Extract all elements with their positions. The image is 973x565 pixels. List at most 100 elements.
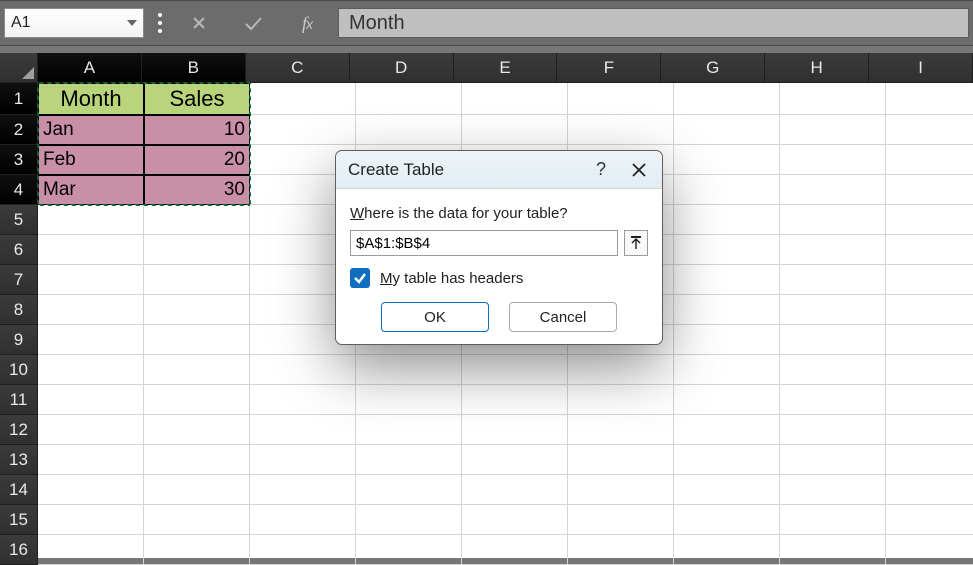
cell[interactable] — [780, 205, 886, 235]
cell[interactable] — [780, 235, 886, 265]
cell[interactable]: Mar — [38, 175, 144, 205]
cell[interactable] — [462, 445, 568, 475]
col-header-h[interactable]: H — [765, 53, 869, 83]
cell[interactable] — [674, 445, 780, 475]
cell[interactable] — [144, 445, 250, 475]
cell[interactable] — [356, 505, 462, 535]
cell[interactable] — [674, 415, 780, 445]
cancel-button[interactable]: Cancel — [509, 302, 617, 332]
cell[interactable] — [674, 535, 780, 565]
cell[interactable] — [886, 415, 973, 445]
cell[interactable] — [356, 445, 462, 475]
cell[interactable] — [250, 415, 356, 445]
cell[interactable] — [568, 505, 674, 535]
cell[interactable] — [674, 115, 780, 145]
cell[interactable] — [780, 115, 886, 145]
cell[interactable] — [38, 385, 144, 415]
cell[interactable]: 20 — [144, 145, 250, 175]
col-header-d[interactable]: D — [350, 53, 454, 83]
cell[interactable] — [568, 535, 674, 565]
cell[interactable] — [38, 265, 144, 295]
cell[interactable] — [674, 265, 780, 295]
cell[interactable] — [780, 505, 886, 535]
row-header-6[interactable]: 6 — [0, 235, 38, 265]
cell[interactable] — [886, 265, 973, 295]
row-header-12[interactable]: 12 — [0, 415, 38, 445]
cell[interactable] — [780, 385, 886, 415]
cell[interactable] — [886, 475, 973, 505]
cell[interactable] — [250, 505, 356, 535]
chevron-down-icon[interactable] — [127, 20, 137, 26]
row-header-16[interactable]: 16 — [0, 535, 38, 565]
cell[interactable] — [462, 385, 568, 415]
cell[interactable] — [462, 475, 568, 505]
cell[interactable] — [886, 295, 973, 325]
cell[interactable] — [250, 475, 356, 505]
cell[interactable] — [356, 535, 462, 565]
cell[interactable] — [568, 475, 674, 505]
cell[interactable] — [38, 355, 144, 385]
row-header-14[interactable]: 14 — [0, 475, 38, 505]
row-header-2[interactable]: 2 — [0, 115, 38, 145]
cell[interactable] — [886, 175, 973, 205]
col-header-c[interactable]: C — [246, 53, 350, 83]
cell[interactable] — [568, 355, 674, 385]
cell[interactable] — [780, 445, 886, 475]
row-header-3[interactable]: 3 — [0, 145, 38, 175]
cell[interactable] — [144, 355, 250, 385]
cell[interactable] — [356, 83, 462, 115]
cell[interactable] — [780, 265, 886, 295]
ok-button[interactable]: OK — [381, 302, 489, 332]
col-header-f[interactable]: F — [557, 53, 661, 83]
row-header-15[interactable]: 15 — [0, 505, 38, 535]
cell[interactable] — [38, 475, 144, 505]
cell[interactable]: Feb — [38, 145, 144, 175]
cell[interactable] — [250, 83, 356, 115]
row-header-11[interactable]: 11 — [0, 385, 38, 415]
cell[interactable] — [38, 325, 144, 355]
row-header-13[interactable]: 13 — [0, 445, 38, 475]
cell[interactable] — [462, 115, 568, 145]
cell[interactable] — [674, 235, 780, 265]
cell[interactable] — [780, 415, 886, 445]
cell[interactable] — [886, 535, 973, 565]
cell[interactable] — [674, 325, 780, 355]
cell[interactable] — [674, 475, 780, 505]
row-header-1[interactable]: 1 — [0, 83, 38, 115]
cell[interactable] — [356, 355, 462, 385]
cell[interactable] — [886, 445, 973, 475]
cell[interactable] — [144, 535, 250, 565]
cell[interactable] — [250, 385, 356, 415]
cell[interactable] — [780, 535, 886, 565]
cell[interactable]: Sales — [144, 83, 250, 115]
cell[interactable] — [886, 505, 973, 535]
col-header-a[interactable]: A — [38, 53, 142, 83]
cell[interactable] — [38, 415, 144, 445]
cell[interactable] — [568, 415, 674, 445]
cell[interactable]: 10 — [144, 115, 250, 145]
col-header-i[interactable]: I — [869, 53, 973, 83]
cell[interactable] — [356, 385, 462, 415]
cell[interactable] — [886, 205, 973, 235]
row-header-5[interactable]: 5 — [0, 205, 38, 235]
cell[interactable] — [674, 505, 780, 535]
cell[interactable] — [250, 445, 356, 475]
cell[interactable] — [144, 325, 250, 355]
cell[interactable] — [886, 145, 973, 175]
formula-bar[interactable]: Month — [338, 8, 969, 38]
cell[interactable] — [780, 325, 886, 355]
row-header-4[interactable]: 4 — [0, 175, 38, 205]
cell[interactable] — [38, 535, 144, 565]
cell[interactable] — [886, 115, 973, 145]
col-header-e[interactable]: E — [454, 53, 558, 83]
cell[interactable] — [780, 83, 886, 115]
cell[interactable] — [886, 325, 973, 355]
cell[interactable] — [144, 415, 250, 445]
name-box[interactable]: A1 — [4, 8, 144, 38]
cell[interactable] — [674, 295, 780, 325]
cell[interactable] — [674, 205, 780, 235]
col-header-g[interactable]: G — [661, 53, 765, 83]
headers-checkbox[interactable] — [350, 268, 370, 288]
cell[interactable]: Month — [38, 83, 144, 115]
cell[interactable] — [356, 475, 462, 505]
